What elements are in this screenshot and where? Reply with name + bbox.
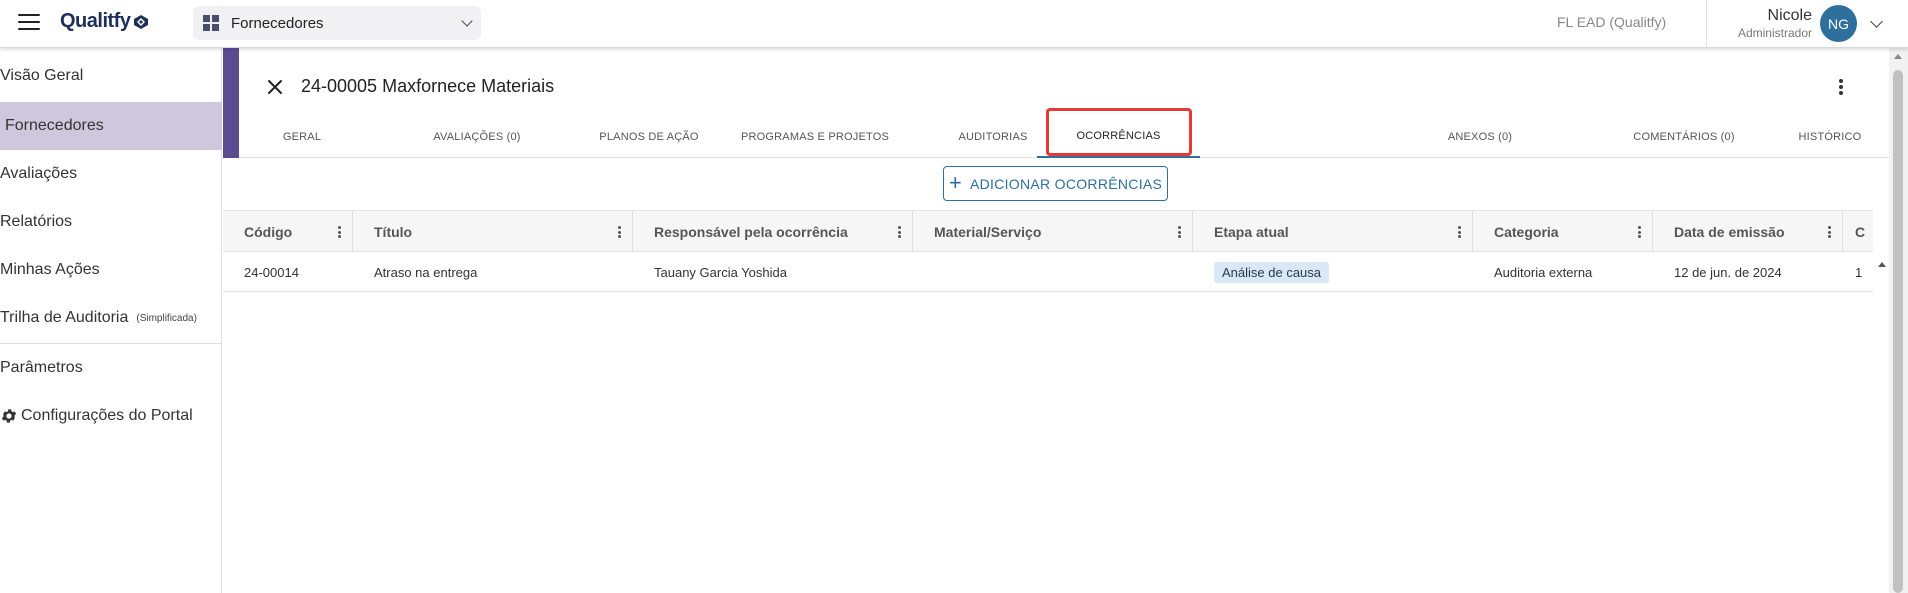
tab-label: AVALIAÇÕES (0) (433, 131, 521, 143)
user-menu-chevron-icon[interactable] (1870, 15, 1883, 28)
app-logo[interactable]: Qualitfy (60, 10, 149, 33)
column-header-label: Responsável pela ocorrência (654, 224, 848, 240)
tab-label: OCORRÊNCIAS (1076, 130, 1161, 142)
avatar[interactable]: NG (1820, 5, 1857, 42)
column-menu-icon[interactable] (1178, 226, 1182, 238)
module-grid-icon (203, 15, 219, 31)
more-options-icon[interactable] (1835, 77, 1847, 97)
column-header-label: Título (374, 224, 413, 240)
cell-categoria: Auditoria externa (1494, 264, 1593, 280)
column-header-material-servico[interactable]: Material/Serviço (913, 211, 1193, 253)
sidebar-item-minhas-acoes[interactable]: Minhas Ações (0, 246, 222, 294)
column-header-label: Categoria (1494, 224, 1559, 240)
tab-label: AUDITORIAS (958, 131, 1028, 143)
tab-programas-e-projetos[interactable]: PROGRAMAS E PROJETOS (715, 116, 915, 158)
tab-label: HISTÓRICO (1798, 131, 1862, 143)
hamburger-menu-icon[interactable] (18, 14, 40, 32)
add-button-label: ADICIONAR OCORRÊNCIAS (969, 175, 1163, 192)
column-header-data-emissao[interactable]: Data de emissão (1653, 211, 1843, 253)
column-menu-icon[interactable] (1828, 226, 1832, 238)
tab-label: PROGRAMAS E PROJETOS (740, 131, 890, 143)
cell-data-emissao: 12 de jun. de 2024 (1674, 264, 1782, 280)
tab-ocorrencias[interactable]: OCORRÊNCIAS (1037, 116, 1200, 158)
sidebar-item-configuracoes-portal[interactable]: Configurações do Portal (0, 392, 222, 440)
close-icon[interactable] (264, 76, 286, 98)
logo-mark-icon (134, 14, 149, 29)
status-badge: Análise de causa (1214, 261, 1330, 283)
sidebar-item-label: Visão Geral (0, 67, 84, 84)
user-role: Administrador (1737, 26, 1812, 40)
record-tabs: GERAL AVALIAÇÕES (0) PLANOS DE AÇÃO PROG… (239, 116, 1891, 158)
tab-comentarios[interactable]: COMENTÁRIOS (0) (1579, 116, 1789, 158)
cell-truncated: 1 (1855, 264, 1863, 280)
sidebar-item-suffix: (Simplificada) (136, 312, 197, 324)
column-header-etapa-atual[interactable]: Etapa atual (1193, 211, 1473, 253)
sidebar-item-label: Parâmetros (0, 359, 83, 376)
gear-icon (1, 409, 17, 423)
table-scroll-up-icon[interactable] (1878, 262, 1886, 267)
tab-label: PLANOS DE AÇÃO (599, 131, 699, 143)
cell-responsavel: Tauany Garcia Yoshida (654, 264, 787, 280)
sidebar: Visão Geral Fornecedores Avaliações Rela… (0, 48, 222, 593)
module-selector[interactable]: Fornecedores (193, 6, 481, 40)
column-header-label: Data de emissão (1674, 224, 1785, 240)
column-menu-icon[interactable] (898, 226, 902, 238)
column-header-label: Etapa atual (1214, 224, 1289, 240)
tab-historico[interactable]: HISTÓRICO (1774, 116, 1886, 158)
tab-avaliacoes[interactable]: AVALIAÇÕES (0) (387, 116, 567, 158)
tab-label: COMENTÁRIOS (0) (1633, 131, 1735, 143)
cell-titulo: Atraso na entrega (374, 264, 478, 280)
sidebar-item-label: Minhas Ações (0, 261, 100, 278)
table-header: Código Título Responsável pela ocorrênci… (223, 210, 1873, 253)
sidebar-item-label: Configurações do Portal (21, 407, 193, 424)
sidebar-item-relatorios[interactable]: Relatórios (0, 198, 222, 246)
scroll-up-arrow-icon[interactable] (1894, 54, 1902, 59)
cell-codigo: 24-00014 (244, 264, 299, 280)
tenant-name[interactable]: FL EAD (Qualitfy) (1557, 14, 1666, 30)
column-header-codigo[interactable]: Código (223, 211, 353, 253)
sidebar-item-avaliacoes[interactable]: Avaliações (0, 150, 222, 198)
sidebar-item-trilha-auditoria[interactable]: Trilha de Auditoria (Simplificada) (0, 294, 222, 342)
section-accent-bar (223, 48, 239, 158)
cell-material-servico (913, 252, 1193, 292)
sidebar-item-label: Trilha de Auditoria (0, 309, 129, 326)
column-menu-icon[interactable] (1458, 226, 1462, 238)
tab-geral[interactable]: GERAL (239, 116, 365, 158)
cell-etapa-atual: Análise de causa (1193, 252, 1473, 292)
record-title: 24-00005 Maxfornece Materiais (301, 76, 555, 96)
sidebar-item-fornecedores[interactable]: Fornecedores (0, 102, 222, 150)
column-header-truncated[interactable]: C (1843, 211, 1873, 253)
column-header-titulo[interactable]: Título (353, 211, 633, 253)
table-row[interactable]: 24-00014 Atraso na entrega Tauany Garcia… (223, 252, 1873, 292)
sidebar-item-parametros[interactable]: Parâmetros (0, 344, 222, 392)
chevron-down-icon (461, 15, 473, 27)
column-header-label: Material/Serviço (934, 224, 1042, 240)
column-header-responsavel[interactable]: Responsável pela ocorrência (633, 211, 913, 253)
user-name: Nicole (1767, 7, 1812, 24)
page-scrollbar-thumb[interactable] (1893, 70, 1903, 593)
tab-label: GERAL (282, 131, 322, 143)
column-header-label: C (1855, 224, 1866, 240)
header-divider (1706, 0, 1707, 48)
column-header-categoria[interactable]: Categoria (1473, 211, 1653, 253)
sidebar-item-visao-geral[interactable]: Visão Geral (0, 52, 222, 100)
column-menu-icon[interactable] (618, 226, 622, 238)
top-bar: Qualitfy Fornecedores FL EAD (Qualitfy) … (0, 0, 1908, 48)
tab-planos-de-acao[interactable]: PLANOS DE AÇÃO (569, 116, 729, 158)
sidebar-item-label: Avaliações (0, 165, 78, 182)
plus-icon: + (948, 169, 962, 195)
sidebar-item-label: Fornecedores (5, 117, 104, 134)
column-menu-icon[interactable] (338, 226, 342, 238)
sidebar-item-label: Relatórios (0, 213, 73, 230)
column-menu-icon[interactable] (1638, 226, 1642, 238)
column-header-label: Código (244, 224, 293, 240)
tab-label: ANEXOS (0) (1447, 131, 1513, 143)
add-ocorrencias-button[interactable]: + ADICIONAR OCORRÊNCIAS (943, 166, 1168, 201)
module-selector-label: Fornecedores (231, 14, 324, 32)
tab-anexos[interactable]: ANEXOS (0) (1409, 116, 1551, 158)
logo-text: Qualitfy (60, 10, 131, 32)
